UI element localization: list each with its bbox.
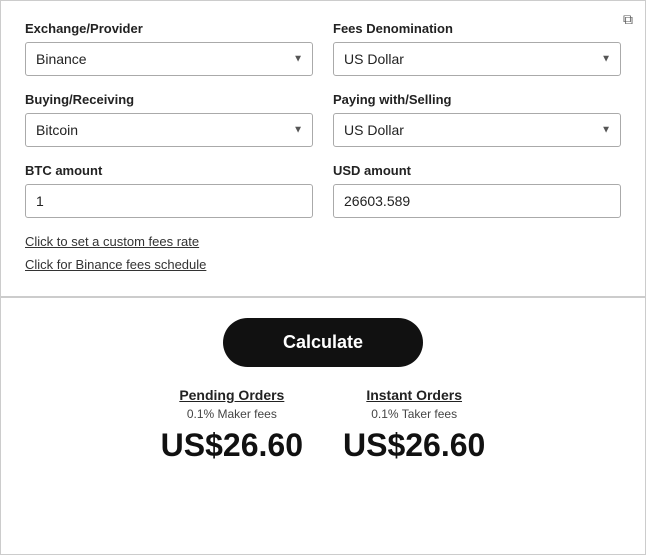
buying-group: Buying/Receiving Bitcoin Ethereum Liteco… — [25, 92, 313, 147]
instant-orders-col: Instant Orders 0.1% Taker fees US$26.60 — [343, 387, 485, 464]
fees-denomination-label: Fees Denomination — [333, 21, 621, 36]
custom-fees-link[interactable]: Click to set a custom fees rate — [25, 234, 621, 249]
calculate-button[interactable]: Calculate — [223, 318, 423, 367]
btc-amount-input[interactable] — [25, 184, 313, 218]
paying-select[interactable]: US Dollar Euro BTC — [333, 113, 621, 147]
top-section: ⧉ Exchange/Provider Binance Coinbase Kra… — [1, 1, 645, 298]
instant-orders-sublabel: 0.1% Taker fees — [371, 407, 457, 421]
fees-denomination-select[interactable]: US Dollar Euro BTC — [333, 42, 621, 76]
results-row: Pending Orders 0.1% Maker fees US$26.60 … — [25, 387, 621, 464]
paying-select-wrapper: US Dollar Euro BTC — [333, 113, 621, 147]
pending-orders-label: Pending Orders — [179, 387, 284, 403]
buying-select-wrapper: Bitcoin Ethereum Litecoin — [25, 113, 313, 147]
fees-schedule-link[interactable]: Click for Binance fees schedule — [25, 257, 621, 272]
row-amounts: BTC amount USD amount — [25, 163, 621, 218]
buying-label: Buying/Receiving — [25, 92, 313, 107]
row-buying-paying: Buying/Receiving Bitcoin Ethereum Liteco… — [25, 92, 621, 147]
exchange-select[interactable]: Binance Coinbase Kraken — [25, 42, 313, 76]
usd-amount-group: USD amount — [333, 163, 621, 218]
pending-orders-sublabel: 0.1% Maker fees — [187, 407, 277, 421]
pending-orders-col: Pending Orders 0.1% Maker fees US$26.60 — [161, 387, 303, 464]
exchange-select-wrapper: Binance Coinbase Kraken — [25, 42, 313, 76]
exchange-group: Exchange/Provider Binance Coinbase Krake… — [25, 21, 313, 76]
links-section: Click to set a custom fees rate Click fo… — [25, 234, 621, 272]
instant-orders-label: Instant Orders — [366, 387, 462, 403]
btc-amount-group: BTC amount — [25, 163, 313, 218]
bottom-section: Calculate Pending Orders 0.1% Maker fees… — [1, 298, 645, 488]
buying-select[interactable]: Bitcoin Ethereum Litecoin — [25, 113, 313, 147]
paying-group: Paying with/Selling US Dollar Euro BTC — [333, 92, 621, 147]
exchange-label: Exchange/Provider — [25, 21, 313, 36]
paying-label: Paying with/Selling — [333, 92, 621, 107]
usd-amount-label: USD amount — [333, 163, 621, 178]
instant-orders-value: US$26.60 — [343, 427, 485, 464]
row-exchange-fees: Exchange/Provider Binance Coinbase Krake… — [25, 21, 621, 76]
fees-denomination-group: Fees Denomination US Dollar Euro BTC — [333, 21, 621, 76]
btc-amount-label: BTC amount — [25, 163, 313, 178]
fees-denomination-select-wrapper: US Dollar Euro BTC — [333, 42, 621, 76]
pending-orders-value: US$26.60 — [161, 427, 303, 464]
usd-amount-input[interactable] — [333, 184, 621, 218]
external-link-icon[interactable]: ⧉ — [623, 11, 633, 28]
main-card: ⧉ Exchange/Provider Binance Coinbase Kra… — [0, 0, 646, 555]
